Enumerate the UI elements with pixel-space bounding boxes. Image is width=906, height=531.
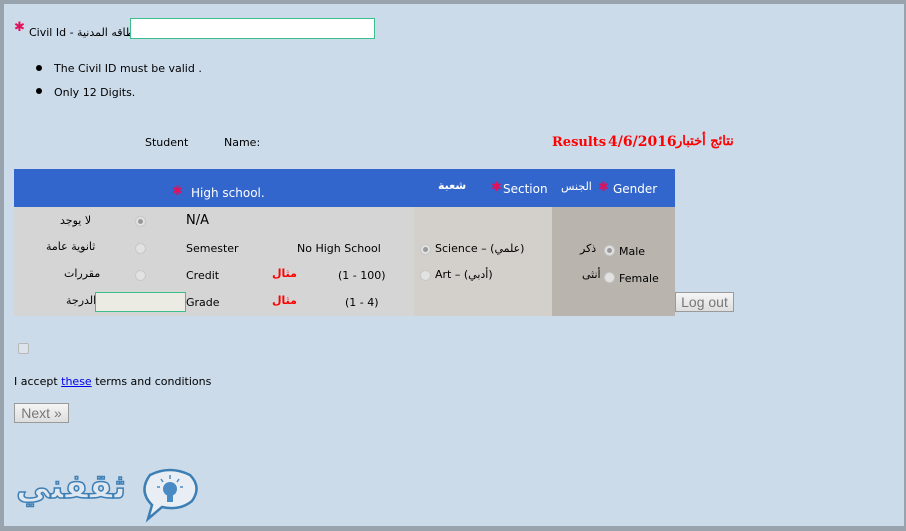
range-label: (1 - 100) (338, 269, 386, 282)
civil-id-input[interactable] (130, 18, 375, 39)
terms-text: I accept these terms and conditions (14, 375, 211, 388)
range-label: (1 - 4) (345, 296, 379, 309)
grade-input[interactable] (95, 292, 186, 312)
name-label: Name: (224, 136, 261, 149)
section-header: Section (503, 182, 548, 196)
civil-id-note: Only 12 Digits. (54, 86, 136, 99)
high-school-semester-radio[interactable] (135, 243, 146, 254)
section-arabic-header: شعبة (438, 179, 467, 192)
gender-header: Gender (613, 182, 658, 196)
civil-id-note: The Civil ID must be valid . (54, 62, 202, 75)
section-science-radio[interactable] (420, 244, 431, 255)
example-label: مثال (272, 294, 297, 307)
gender-male-ar: ذكر (580, 242, 597, 255)
terms-prefix: I accept (14, 375, 62, 388)
high-school-option: Grade (186, 296, 220, 309)
gender-female-ar: أنثى (582, 268, 601, 281)
logo: ثقفني (15, 466, 206, 527)
next-button[interactable]: Next » (14, 403, 69, 423)
section-art-radio[interactable] (420, 270, 431, 281)
gender-male-radio[interactable] (604, 245, 615, 256)
gender-panel (552, 207, 675, 316)
gender-arabic-header: الجنس (561, 180, 592, 193)
gender-female-radio[interactable] (604, 272, 615, 283)
high-school-na-radio[interactable] (135, 216, 146, 227)
lightbulb-chat-icon (143, 468, 198, 523)
required-star-icon: ✱ (598, 180, 609, 195)
terms-suffix: terms and conditions (91, 375, 212, 388)
student-label: Student (145, 136, 189, 149)
required-star-icon: ✱ (14, 20, 25, 35)
grade-label-ar: الدرجة (66, 294, 97, 307)
example-label: مثال (272, 267, 297, 280)
bullet-icon (36, 65, 42, 71)
high-school-credit-radio[interactable] (135, 270, 146, 281)
results-date: 4/6/2016 (608, 134, 677, 150)
terms-checkbox[interactable] (18, 343, 29, 354)
civil-id-label: Civil Id - البطاقه المدنية (29, 26, 145, 39)
gender-female-label: Female (619, 272, 659, 285)
high-school-option-ar: لا يوجد (60, 214, 92, 227)
terms-link[interactable]: these (61, 375, 92, 388)
high-school-option: Credit (186, 269, 220, 282)
section-science-label: Science – (علمي) (435, 242, 525, 255)
section-panel (414, 207, 552, 316)
required-star-icon: ✱ (491, 180, 502, 195)
results-label: Results (552, 135, 607, 150)
section-art-label: Art – (أدبي) (435, 268, 493, 281)
high-school-option-ar: ثانوية عامة (46, 240, 96, 253)
high-school-value: No High School (297, 242, 381, 255)
high-school-header: High school. (191, 186, 265, 200)
gender-male-label: Male (619, 245, 646, 258)
results-arabic: نتائج أختبار (676, 134, 734, 149)
logout-button[interactable]: Log out (675, 292, 734, 312)
high-school-option: N/A (186, 213, 209, 228)
required-star-icon: ✱ (172, 184, 183, 199)
bullet-icon (36, 88, 42, 94)
logo-text: ثقفني (15, 466, 127, 508)
high-school-option: Semester (186, 242, 239, 255)
high-school-option-ar: مقررات (64, 267, 101, 280)
page: ✱ Civil Id - البطاقه المدنية The Civil I… (0, 0, 906, 531)
